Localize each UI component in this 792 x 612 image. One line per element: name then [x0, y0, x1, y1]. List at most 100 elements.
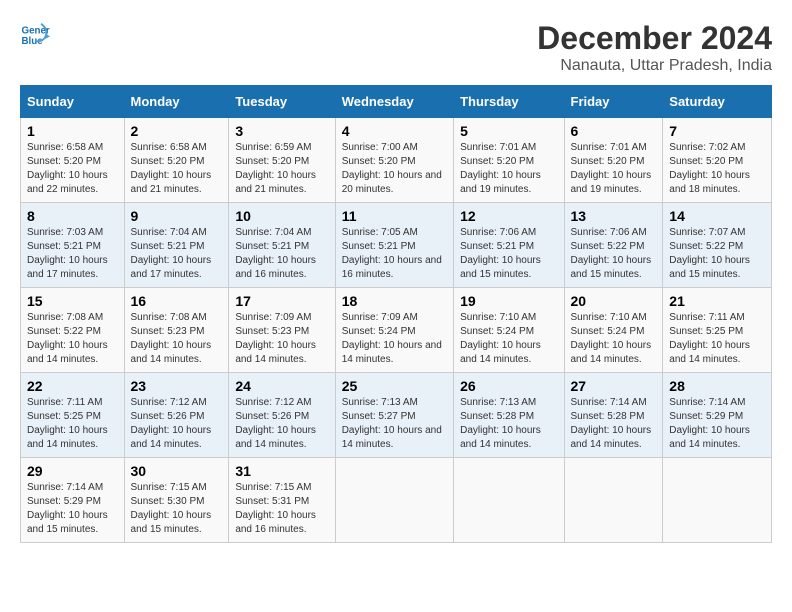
- day-number: 7: [669, 123, 765, 139]
- day-info: Sunrise: 7:04 AMSunset: 5:21 PMDaylight:…: [131, 226, 223, 282]
- day-number: 16: [131, 293, 223, 309]
- header-tuesday: Tuesday: [229, 86, 335, 118]
- calendar-week-row: 22 Sunrise: 7:11 AMSunset: 5:25 PMDaylig…: [21, 373, 772, 458]
- calendar-cell: 14 Sunrise: 7:07 AMSunset: 5:22 PMDaylig…: [663, 203, 772, 288]
- day-info: Sunrise: 7:00 AMSunset: 5:20 PMDaylight:…: [342, 141, 447, 197]
- calendar-cell: 5 Sunrise: 7:01 AMSunset: 5:20 PMDayligh…: [454, 118, 564, 203]
- calendar-cell: 23 Sunrise: 7:12 AMSunset: 5:26 PMDaylig…: [124, 373, 229, 458]
- day-info: Sunrise: 7:14 AMSunset: 5:29 PMDaylight:…: [27, 481, 118, 537]
- calendar-cell: [663, 458, 772, 543]
- day-number: 10: [235, 208, 328, 224]
- subtitle: Nanauta, Uttar Pradesh, India: [537, 57, 772, 75]
- day-info: Sunrise: 7:15 AMSunset: 5:30 PMDaylight:…: [131, 481, 223, 537]
- calendar-cell: 17 Sunrise: 7:09 AMSunset: 5:23 PMDaylig…: [229, 288, 335, 373]
- day-number: 19: [460, 293, 557, 309]
- day-number: 3: [235, 123, 328, 139]
- day-number: 28: [669, 378, 765, 394]
- day-info: Sunrise: 7:01 AMSunset: 5:20 PMDaylight:…: [460, 141, 557, 197]
- day-number: 2: [131, 123, 223, 139]
- calendar-week-row: 8 Sunrise: 7:03 AMSunset: 5:21 PMDayligh…: [21, 203, 772, 288]
- day-info: Sunrise: 7:01 AMSunset: 5:20 PMDaylight:…: [571, 141, 657, 197]
- calendar-header-row: SundayMondayTuesdayWednesdayThursdayFrid…: [21, 86, 772, 118]
- day-number: 1: [27, 123, 118, 139]
- day-number: 12: [460, 208, 557, 224]
- day-info: Sunrise: 7:14 AMSunset: 5:28 PMDaylight:…: [571, 396, 657, 452]
- day-number: 20: [571, 293, 657, 309]
- day-info: Sunrise: 7:09 AMSunset: 5:23 PMDaylight:…: [235, 311, 328, 367]
- day-number: 23: [131, 378, 223, 394]
- calendar-cell: 18 Sunrise: 7:09 AMSunset: 5:24 PMDaylig…: [335, 288, 453, 373]
- calendar-week-row: 15 Sunrise: 7:08 AMSunset: 5:22 PMDaylig…: [21, 288, 772, 373]
- calendar-cell: 28 Sunrise: 7:14 AMSunset: 5:29 PMDaylig…: [663, 373, 772, 458]
- calendar-cell: 2 Sunrise: 6:58 AMSunset: 5:20 PMDayligh…: [124, 118, 229, 203]
- calendar-cell: 27 Sunrise: 7:14 AMSunset: 5:28 PMDaylig…: [564, 373, 663, 458]
- calendar-cell: 15 Sunrise: 7:08 AMSunset: 5:22 PMDaylig…: [21, 288, 125, 373]
- day-info: Sunrise: 6:58 AMSunset: 5:20 PMDaylight:…: [27, 141, 118, 197]
- calendar-table: SundayMondayTuesdayWednesdayThursdayFrid…: [20, 85, 772, 543]
- day-info: Sunrise: 7:07 AMSunset: 5:22 PMDaylight:…: [669, 226, 765, 282]
- calendar-cell: 26 Sunrise: 7:13 AMSunset: 5:28 PMDaylig…: [454, 373, 564, 458]
- day-number: 14: [669, 208, 765, 224]
- day-number: 22: [27, 378, 118, 394]
- day-info: Sunrise: 6:58 AMSunset: 5:20 PMDaylight:…: [131, 141, 223, 197]
- calendar-cell: 6 Sunrise: 7:01 AMSunset: 5:20 PMDayligh…: [564, 118, 663, 203]
- calendar-cell: 1 Sunrise: 6:58 AMSunset: 5:20 PMDayligh…: [21, 118, 125, 203]
- day-info: Sunrise: 7:13 AMSunset: 5:27 PMDaylight:…: [342, 396, 447, 452]
- calendar-cell: 22 Sunrise: 7:11 AMSunset: 5:25 PMDaylig…: [21, 373, 125, 458]
- day-info: Sunrise: 7:06 AMSunset: 5:22 PMDaylight:…: [571, 226, 657, 282]
- calendar-week-row: 1 Sunrise: 6:58 AMSunset: 5:20 PMDayligh…: [21, 118, 772, 203]
- day-number: 9: [131, 208, 223, 224]
- calendar-cell: 24 Sunrise: 7:12 AMSunset: 5:26 PMDaylig…: [229, 373, 335, 458]
- calendar-cell: 19 Sunrise: 7:10 AMSunset: 5:24 PMDaylig…: [454, 288, 564, 373]
- day-info: Sunrise: 7:09 AMSunset: 5:24 PMDaylight:…: [342, 311, 447, 367]
- calendar-cell: 20 Sunrise: 7:10 AMSunset: 5:24 PMDaylig…: [564, 288, 663, 373]
- day-number: 11: [342, 208, 447, 224]
- day-info: Sunrise: 7:15 AMSunset: 5:31 PMDaylight:…: [235, 481, 328, 537]
- day-info: Sunrise: 7:08 AMSunset: 5:22 PMDaylight:…: [27, 311, 118, 367]
- day-info: Sunrise: 7:11 AMSunset: 5:25 PMDaylight:…: [669, 311, 765, 367]
- header-sunday: Sunday: [21, 86, 125, 118]
- day-number: 21: [669, 293, 765, 309]
- calendar-cell: 4 Sunrise: 7:00 AMSunset: 5:20 PMDayligh…: [335, 118, 453, 203]
- calendar-cell: 25 Sunrise: 7:13 AMSunset: 5:27 PMDaylig…: [335, 373, 453, 458]
- header-monday: Monday: [124, 86, 229, 118]
- day-number: 6: [571, 123, 657, 139]
- calendar-cell: 13 Sunrise: 7:06 AMSunset: 5:22 PMDaylig…: [564, 203, 663, 288]
- logo-icon: General Blue: [20, 20, 50, 50]
- day-info: Sunrise: 7:13 AMSunset: 5:28 PMDaylight:…: [460, 396, 557, 452]
- calendar-cell: 3 Sunrise: 6:59 AMSunset: 5:20 PMDayligh…: [229, 118, 335, 203]
- day-info: Sunrise: 7:06 AMSunset: 5:21 PMDaylight:…: [460, 226, 557, 282]
- day-info: Sunrise: 7:11 AMSunset: 5:25 PMDaylight:…: [27, 396, 118, 452]
- header-thursday: Thursday: [454, 86, 564, 118]
- main-title: December 2024: [537, 20, 772, 57]
- day-number: 24: [235, 378, 328, 394]
- day-info: Sunrise: 7:10 AMSunset: 5:24 PMDaylight:…: [571, 311, 657, 367]
- day-number: 5: [460, 123, 557, 139]
- header-saturday: Saturday: [663, 86, 772, 118]
- calendar-cell: 21 Sunrise: 7:11 AMSunset: 5:25 PMDaylig…: [663, 288, 772, 373]
- day-info: Sunrise: 7:08 AMSunset: 5:23 PMDaylight:…: [131, 311, 223, 367]
- day-number: 29: [27, 463, 118, 479]
- day-number: 27: [571, 378, 657, 394]
- calendar-cell: 7 Sunrise: 7:02 AMSunset: 5:20 PMDayligh…: [663, 118, 772, 203]
- day-number: 30: [131, 463, 223, 479]
- day-info: Sunrise: 6:59 AMSunset: 5:20 PMDaylight:…: [235, 141, 328, 197]
- day-info: Sunrise: 7:04 AMSunset: 5:21 PMDaylight:…: [235, 226, 328, 282]
- header: General Blue December 2024 Nanauta, Utta…: [20, 20, 772, 75]
- calendar-cell: 29 Sunrise: 7:14 AMSunset: 5:29 PMDaylig…: [21, 458, 125, 543]
- day-number: 18: [342, 293, 447, 309]
- calendar-cell: [454, 458, 564, 543]
- title-area: December 2024 Nanauta, Uttar Pradesh, In…: [537, 20, 772, 75]
- day-info: Sunrise: 7:12 AMSunset: 5:26 PMDaylight:…: [235, 396, 328, 452]
- calendar-cell: 30 Sunrise: 7:15 AMSunset: 5:30 PMDaylig…: [124, 458, 229, 543]
- day-info: Sunrise: 7:14 AMSunset: 5:29 PMDaylight:…: [669, 396, 765, 452]
- day-number: 25: [342, 378, 447, 394]
- calendar-cell: 11 Sunrise: 7:05 AMSunset: 5:21 PMDaylig…: [335, 203, 453, 288]
- day-info: Sunrise: 7:02 AMSunset: 5:20 PMDaylight:…: [669, 141, 765, 197]
- calendar-cell: 10 Sunrise: 7:04 AMSunset: 5:21 PMDaylig…: [229, 203, 335, 288]
- calendar-cell: 12 Sunrise: 7:06 AMSunset: 5:21 PMDaylig…: [454, 203, 564, 288]
- day-number: 13: [571, 208, 657, 224]
- day-number: 15: [27, 293, 118, 309]
- day-info: Sunrise: 7:10 AMSunset: 5:24 PMDaylight:…: [460, 311, 557, 367]
- day-info: Sunrise: 7:12 AMSunset: 5:26 PMDaylight:…: [131, 396, 223, 452]
